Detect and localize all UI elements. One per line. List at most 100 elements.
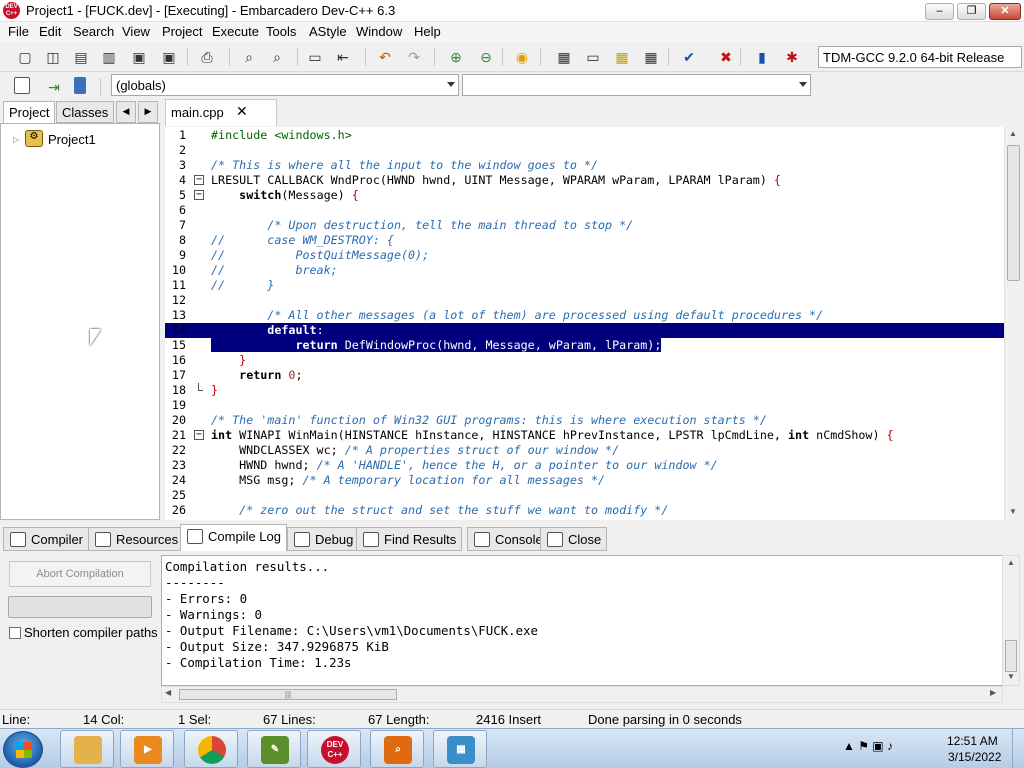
tab-resources[interactable]: Resources — [88, 527, 185, 551]
code-line[interactable]: 22 WNDCLASSEX wc; /* A properties struct… — [165, 443, 1004, 458]
tab-compiler[interactable]: Compiler — [3, 527, 90, 551]
code-editor[interactable]: 1 #include <windows.h> 2 3 /* This is where … — [165, 127, 1004, 520]
menu-search[interactable]: Search — [73, 24, 114, 39]
shorten-paths-checkbox[interactable] — [9, 627, 21, 639]
code-line[interactable]: 6 — [165, 203, 1004, 218]
scroll-right-icon[interactable]: ▶ — [990, 688, 996, 697]
code-line[interactable]: 8 // case WM_DESTROY: { — [165, 233, 1004, 248]
code-line[interactable]: 1 #include <windows.h> — [165, 128, 1004, 143]
save-icon[interactable]: ▤ — [71, 47, 91, 67]
code-line[interactable]: 2 — [165, 143, 1004, 158]
scroll-left-icon[interactable]: ◀ — [165, 688, 171, 697]
abort-compilation-button[interactable]: Abort Compilation — [9, 561, 151, 587]
taskbar-dev-cpp[interactable]: DEV C++ — [307, 730, 361, 768]
stop-icon[interactable]: ✖ — [716, 47, 736, 67]
compile-icon[interactable]: ▦ — [554, 47, 574, 67]
clock-date[interactable]: 3/15/2022 — [948, 750, 1001, 764]
menu-execute[interactable]: Execute — [212, 24, 259, 39]
project-options-icon[interactable]: ◉ — [512, 47, 532, 67]
code-line[interactable]: 26 /* zero out the struct and set the st… — [165, 503, 1004, 518]
print-icon[interactable]: ⎙ — [197, 47, 217, 67]
taskbar-cubes-app[interactable]: ▦ — [433, 730, 487, 768]
menu-edit[interactable]: Edit — [39, 24, 61, 39]
scroll-up-icon[interactable]: ▲ — [1007, 558, 1015, 567]
open-icon[interactable]: ◫ — [43, 47, 63, 67]
undo-icon[interactable]: ↶ — [375, 47, 395, 67]
start-button[interactable] — [3, 731, 43, 768]
code-line[interactable]: 21− int WINAPI WinMain(HINSTANCE hInstanc… — [165, 428, 1004, 443]
maximize-button[interactable]: ❐ — [957, 3, 986, 20]
log-hscroll-thumb[interactable]: ||| — [179, 689, 397, 700]
tab-scroll-right-icon[interactable]: ▶ — [138, 101, 158, 123]
log-vertical-scrollbar[interactable]: ▲ ▼ — [1002, 555, 1020, 686]
clock-time[interactable]: 12:51 AM — [947, 734, 998, 748]
insert-icon[interactable]: ⇥ — [44, 77, 64, 97]
editor-vertical-scrollbar[interactable]: ▲ ▼ — [1004, 127, 1021, 520]
taskbar-explorer[interactable] — [60, 730, 114, 768]
system-tray-icons[interactable]: ▲ ⚑ ▣ ♪ — [843, 739, 893, 753]
check-syntax-icon[interactable]: ✔ — [679, 47, 699, 67]
minimize-button[interactable]: – — [925, 3, 954, 20]
compile-log-output[interactable]: Compilation results... -------- - Errors… — [161, 555, 1003, 686]
log-horizontal-scrollbar[interactable]: ◀ ||| ▶ — [161, 686, 1003, 703]
scope-select[interactable]: (globals) — [111, 74, 459, 96]
menu-astyle[interactable]: AStyle — [309, 24, 347, 39]
code-line[interactable]: 12 — [165, 293, 1004, 308]
scroll-down-icon[interactable]: ▼ — [1007, 672, 1015, 681]
tree-item-project1[interactable]: Project1 — [48, 132, 96, 147]
tab-classes[interactable]: Classes — [56, 101, 115, 123]
fold-collapse-icon[interactable]: − — [194, 188, 204, 203]
close-icon[interactable]: ▣ — [129, 47, 149, 67]
redo-icon[interactable]: ↷ — [404, 47, 424, 67]
tree-expand-icon[interactable]: ▷ — [13, 135, 19, 144]
new-file-icon[interactable]: ▢ — [15, 47, 35, 67]
close-tab-icon[interactable]: ✕ — [236, 103, 248, 120]
close-window-button[interactable]: ✕ — [989, 3, 1021, 20]
tab-project[interactable]: Project — [3, 101, 56, 124]
tab-find-results[interactable]: Find Results — [356, 527, 463, 551]
close-all-icon[interactable]: ▣ — [159, 47, 179, 67]
code-line[interactable]: 4− LRESULT CALLBACK WndProc(HWND hwnd, UI… — [165, 173, 1004, 188]
code-line[interactable]: 15 return DefWindowProc(hwnd, Message, w… — [165, 338, 1004, 353]
code-line[interactable]: 5− switch(Message) { — [165, 188, 1004, 203]
code-line[interactable]: 7 /* Upon destruction, tell the main thr… — [165, 218, 1004, 233]
code-line[interactable]: 18} — [165, 383, 1004, 398]
tab-console[interactable]: Console — [467, 527, 549, 551]
code-line[interactable]: 11 // } — [165, 278, 1004, 293]
replace-icon[interactable]: ⌕ — [267, 47, 287, 67]
bookmark-icon[interactable]: ⇤ — [333, 47, 353, 67]
menu-window[interactable]: Window — [356, 24, 402, 39]
title-bar[interactable]: DEV C++ Project1 - [FUCK.dev] - [Executi… — [0, 0, 1024, 22]
taskbar-search-app[interactable]: ⌕ — [370, 730, 424, 768]
taskbar-chrome[interactable] — [184, 730, 238, 768]
run-icon[interactable]: ▭ — [583, 47, 603, 67]
goto-icon[interactable]: ▭ — [305, 47, 325, 67]
code-line[interactable]: 25 — [165, 488, 1004, 503]
tab-debug[interactable]: Debug — [287, 527, 360, 551]
code-line[interactable]: 14 default: — [165, 323, 1004, 338]
show-desktop-button[interactable] — [1012, 729, 1024, 768]
code-line[interactable]: 3 /* This is where all the input to the w… — [165, 158, 1004, 173]
profile-icon[interactable]: ▮ — [752, 47, 772, 67]
compile-run-icon[interactable]: ▦ — [612, 47, 632, 67]
menu-tools[interactable]: Tools — [266, 24, 296, 39]
remove-from-project-icon[interactable]: ⊖ — [476, 47, 496, 67]
tab-main-cpp[interactable]: main.cpp ✕ — [165, 99, 277, 126]
find-icon[interactable]: ⌕ — [239, 47, 259, 67]
menu-file[interactable]: File — [8, 24, 29, 39]
compiler-select[interactable]: TDM-GCC 9.2.0 64-bit Release — [818, 46, 1022, 68]
code-line[interactable]: 13 /* All other messages (a lot of them)… — [165, 308, 1004, 323]
code-line[interactable]: 19 — [165, 398, 1004, 413]
scroll-up-icon[interactable]: ▲ — [1009, 129, 1017, 138]
tab-compile-log[interactable]: Compile Log — [180, 524, 287, 552]
tab-scroll-left-icon[interactable]: ◀ — [116, 101, 136, 123]
scroll-down-icon[interactable]: ▼ — [1009, 507, 1017, 516]
code-line[interactable]: 9 // PostQuitMessage(0); — [165, 248, 1004, 263]
editor-scroll-thumb[interactable] — [1007, 145, 1020, 281]
code-line[interactable]: 17 return 0; — [165, 368, 1004, 383]
rebuild-icon[interactable]: ▦ — [641, 47, 661, 67]
bookmark-toggle-icon[interactable] — [74, 77, 86, 94]
taskbar-editor[interactable]: ✎ — [247, 730, 301, 768]
code-line[interactable]: 10 // break; — [165, 263, 1004, 278]
code-line[interactable]: 23 HWND hwnd; /* A 'HANDLE', hence the H… — [165, 458, 1004, 473]
